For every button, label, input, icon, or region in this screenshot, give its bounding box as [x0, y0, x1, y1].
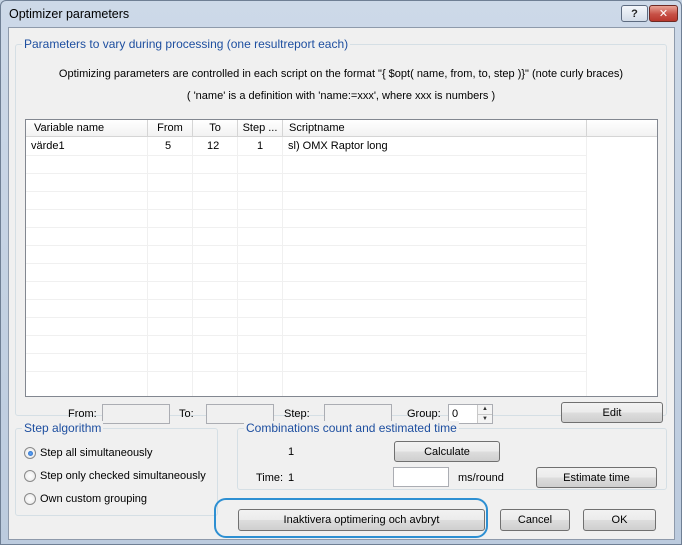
- grid-line: [586, 137, 587, 396]
- group-value: 0: [452, 408, 459, 420]
- grid-line: [26, 245, 587, 246]
- calculate-button[interactable]: Calculate: [394, 441, 500, 462]
- radio-step-all[interactable]: Step all simultaneously: [24, 445, 153, 461]
- from-label: From:: [68, 408, 97, 420]
- radio-label: Step all simultaneously: [40, 447, 153, 459]
- group-label: Group:: [407, 408, 441, 420]
- to-label: To:: [179, 408, 194, 420]
- help-button[interactable]: ?: [621, 5, 648, 22]
- grid-line: [192, 137, 193, 396]
- column-header-to[interactable]: To: [193, 120, 238, 137]
- column-header-variable[interactable]: Variable name: [26, 120, 148, 137]
- step-label: Step:: [284, 408, 310, 420]
- step-algorithm-group: Step algorithm Step all simultaneously S…: [15, 421, 218, 516]
- definition-info-text: ( 'name' is a definition with 'name:=xxx…: [186, 90, 496, 102]
- parameters-group: Parameters to vary during processing (on…: [15, 37, 667, 424]
- window-title: Optimizer parameters: [9, 7, 130, 21]
- cell-step: 1: [257, 140, 264, 152]
- title-bar[interactable]: Optimizer parameters ? ✕: [1, 1, 681, 27]
- time-value: 1: [288, 472, 295, 484]
- cell-to: 12: [207, 140, 220, 152]
- grid-line: [282, 137, 283, 396]
- grid-line: [26, 155, 587, 156]
- radio-unselected-icon: [24, 470, 36, 482]
- dialog-client-area: Parameters to vary during processing (on…: [8, 27, 675, 540]
- grid-line: [26, 371, 587, 372]
- radio-label: Step only checked simultaneously: [40, 470, 206, 482]
- estimate-time-button[interactable]: Estimate time: [536, 467, 657, 488]
- column-header-scriptname[interactable]: Scriptname: [283, 120, 587, 137]
- combinations-count: 1: [288, 446, 295, 458]
- step-algorithm-legend: Step algorithm: [22, 421, 104, 435]
- cell-variable: värde1: [31, 140, 65, 152]
- cell-scriptname: sl) OMX Raptor long: [288, 140, 388, 152]
- ok-button[interactable]: OK: [583, 509, 656, 531]
- grid-line: [26, 227, 587, 228]
- spin-down-icon[interactable]: ▼: [477, 414, 492, 423]
- close-icon: ✕: [658, 8, 669, 20]
- format-info-text: Optimizing parameters are controlled in …: [58, 68, 624, 80]
- radio-unselected-icon: [24, 493, 36, 505]
- dialog-window: Optimizer parameters ? ✕ Parameters to v…: [0, 0, 682, 545]
- column-header-from[interactable]: From: [148, 120, 193, 137]
- grid-line: [147, 137, 148, 396]
- grid-line: [26, 299, 587, 300]
- close-button[interactable]: ✕: [649, 5, 678, 22]
- spinner-arrows: ▲ ▼: [477, 405, 492, 423]
- combinations-legend: Combinations count and estimated time: [244, 421, 459, 435]
- radio-step-checked[interactable]: Step only checked simultaneously: [24, 468, 206, 484]
- help-icon: ?: [631, 7, 638, 20]
- column-header-filler: [587, 120, 657, 137]
- time-label: Time:: [256, 472, 284, 484]
- column-header-step[interactable]: Step ...: [238, 120, 283, 137]
- grid-line: [26, 191, 587, 192]
- radio-label: Own custom grouping: [40, 493, 147, 505]
- spin-up-icon[interactable]: ▲: [477, 405, 492, 414]
- from-input[interactable]: [102, 404, 170, 424]
- grid-line: [26, 209, 587, 210]
- grid-line: [26, 281, 587, 282]
- ms-unit-label: ms/round: [458, 472, 504, 484]
- parameters-group-legend: Parameters to vary during processing (on…: [22, 37, 351, 51]
- radio-custom-grouping[interactable]: Own custom grouping: [24, 491, 147, 507]
- radio-selected-icon: [24, 447, 36, 459]
- combinations-group: Combinations count and estimated time 1 …: [237, 421, 667, 490]
- edit-button[interactable]: Edit: [561, 402, 663, 423]
- grid-line: [26, 353, 587, 354]
- parameters-table[interactable]: Variable name From To Step ... Scriptnam…: [25, 119, 658, 397]
- grid-line: [26, 317, 587, 318]
- grid-line: [26, 263, 587, 264]
- grid-line: [26, 335, 587, 336]
- grid-line: [26, 173, 587, 174]
- ms-per-round-input[interactable]: [393, 467, 449, 487]
- cancel-button[interactable]: Cancel: [500, 509, 570, 531]
- table-header: Variable name From To Step ... Scriptnam…: [26, 120, 657, 137]
- grid-line: [237, 137, 238, 396]
- inactivate-button[interactable]: Inaktivera optimering och avbryt: [238, 509, 485, 531]
- cell-from: 5: [165, 140, 172, 152]
